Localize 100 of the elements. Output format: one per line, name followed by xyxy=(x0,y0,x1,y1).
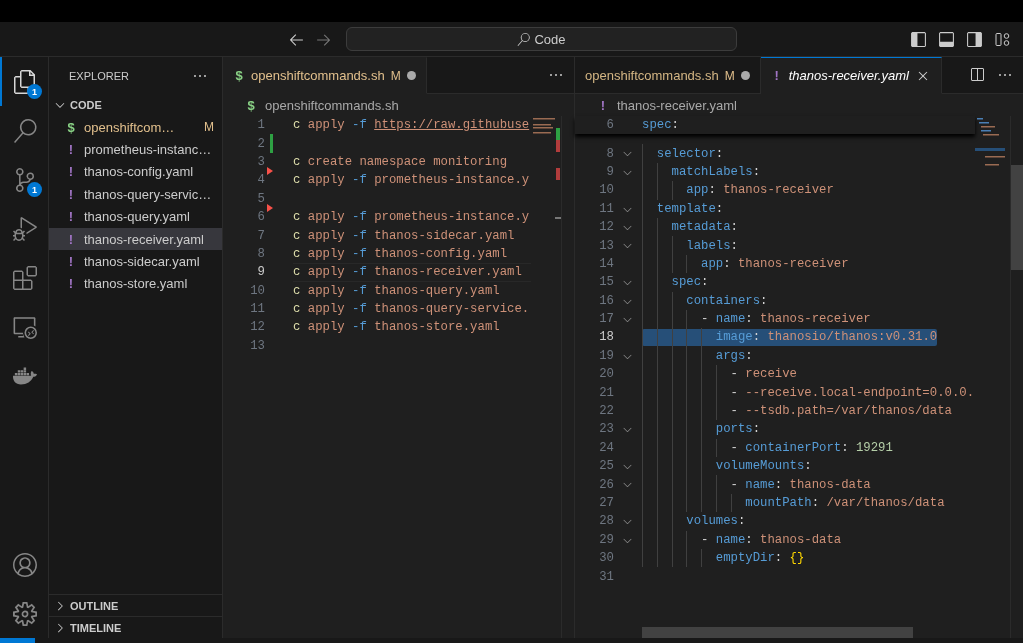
sidebar-title: EXPLORER xyxy=(69,69,129,82)
file-type-icon: ! xyxy=(770,68,783,83)
code-token: : xyxy=(701,275,709,290)
tab-label: thanos-receiver.yaml xyxy=(788,68,909,83)
file-tree-item[interactable]: ! thanos-sidecar.yaml xyxy=(49,250,222,273)
line-number: 6 xyxy=(605,118,614,133)
line-number: 6 xyxy=(256,210,265,225)
code-token: c xyxy=(293,320,301,335)
code-token: -f xyxy=(352,246,367,261)
file-tree-item[interactable]: ! prometheus-instanc… xyxy=(49,138,222,161)
code-token: apply xyxy=(306,265,346,280)
file-name: thanos-sidecar.yaml xyxy=(84,254,201,270)
line-number: 22 xyxy=(598,404,614,419)
code-token: c xyxy=(293,154,301,169)
code-token: 19291 xyxy=(855,440,893,455)
customize-layout-icon[interactable] xyxy=(994,31,1011,48)
line-number: 27 xyxy=(598,496,614,510)
code-token: mountPath xyxy=(745,496,812,510)
code-token: metadata xyxy=(671,220,731,235)
vertical-scrollbar[interactable] xyxy=(1010,116,1023,638)
code-token: - xyxy=(730,404,739,419)
file-tree-item[interactable]: ! thanos-config.yaml xyxy=(49,160,222,184)
section-header[interactable]: OUTLINE xyxy=(49,594,222,616)
section-title: TIMELINE xyxy=(70,621,122,634)
code-token: : xyxy=(774,551,784,566)
code-token: create namespace monitoring xyxy=(306,154,507,169)
modified-status-label: M xyxy=(724,68,735,83)
code-token: /var/thanos/data xyxy=(826,496,945,510)
file-tree-item[interactable]: ! thanos-query-servic… xyxy=(49,183,222,206)
editor-tab[interactable]: openshiftcommands.sh M xyxy=(575,57,761,94)
count-badge: 1 xyxy=(27,84,42,99)
file-tree-item[interactable]: ! thanos-store.yaml xyxy=(49,272,222,296)
code-token: labels xyxy=(686,238,731,253)
code-token: apply xyxy=(306,246,346,261)
code-token: image xyxy=(715,330,753,345)
split-editor-icon[interactable] xyxy=(969,67,985,83)
code-token: c xyxy=(293,173,301,188)
code-token: containers xyxy=(686,293,761,308)
count-badge: 1 xyxy=(27,182,42,197)
horizontal-scrollbar[interactable] xyxy=(642,627,913,638)
line-number: 17 xyxy=(598,312,614,327)
line-number: 10 xyxy=(598,183,614,198)
back-arrow-icon[interactable] xyxy=(288,31,305,48)
url-link[interactable]: https://raw.githubuse xyxy=(374,118,530,133)
indent-guide xyxy=(686,254,688,274)
code-token: prometheus-instance.y xyxy=(373,173,530,188)
line-number: 8 xyxy=(256,246,265,261)
line-number: 11 xyxy=(249,302,265,317)
file-tree-item[interactable]: ! thanos-query.yaml xyxy=(49,205,222,228)
forward-arrow-icon[interactable] xyxy=(315,31,332,48)
line-number: 23 xyxy=(598,422,614,437)
code-token: thanos-receiver xyxy=(737,256,849,271)
editor-tab[interactable]: ! thanos-receiver.yaml xyxy=(760,57,942,94)
code-token: : xyxy=(745,312,754,327)
code-token: {} xyxy=(789,551,805,566)
code-token: volumes xyxy=(686,514,738,529)
code-token: args xyxy=(715,348,746,363)
code-token: --tsdb.path=/var/thanos/data xyxy=(745,404,952,419)
code-token: thanos-receiver xyxy=(760,312,871,327)
file-type-icon: ! xyxy=(65,209,77,225)
file-tree-item[interactable]: $ openshiftcom… M xyxy=(49,116,222,139)
files-icon xyxy=(13,69,37,94)
file-type-icon: ! xyxy=(65,186,77,202)
code-token: name xyxy=(715,532,746,547)
code-token: apply xyxy=(306,210,346,225)
breadcrumb-item[interactable]: openshiftcommands.sh xyxy=(265,97,399,113)
code-token: : xyxy=(715,146,724,161)
section-header[interactable]: CODE xyxy=(49,94,222,116)
run-debug-icon xyxy=(13,216,37,241)
panel-toggle-icon[interactable] xyxy=(938,31,955,48)
code-token: thanos-receiver.yaml xyxy=(373,265,522,280)
breadcrumb-item[interactable]: thanos-receiver.yaml xyxy=(617,97,737,113)
file-tree-item[interactable]: ! thanos-receiver.yaml xyxy=(49,227,222,251)
editor-tab[interactable]: $ openshiftcommands.sh M xyxy=(223,57,427,94)
code-token: --receive.local-endpoint=0.0.0. xyxy=(745,385,975,400)
code-token: : xyxy=(774,477,784,492)
code-token: - xyxy=(701,532,710,547)
line-number: 7 xyxy=(256,228,265,243)
line-number: 3 xyxy=(256,154,265,169)
line-number: 29 xyxy=(598,532,614,547)
code-token: : xyxy=(752,164,761,179)
line-number: 31 xyxy=(598,569,614,584)
source-control-icon xyxy=(13,167,37,192)
code-token: app xyxy=(686,183,709,198)
code-token: : xyxy=(715,201,724,216)
command-center-field[interactable]: Code xyxy=(346,27,737,51)
line-number: 5 xyxy=(256,191,265,206)
sidebar-toggle-icon[interactable] xyxy=(910,31,927,48)
code-token: thanos-receiver xyxy=(723,183,834,198)
line-number: 21 xyxy=(598,385,614,400)
activity-bar-button[interactable]: 1 xyxy=(0,155,48,204)
secondary-sidebar-icon[interactable] xyxy=(966,31,983,48)
line-number: 11 xyxy=(598,201,614,216)
code-token: thanos-query-service. xyxy=(373,302,530,317)
account-icon xyxy=(13,552,37,577)
file-type-icon: $ xyxy=(65,119,77,135)
file-type-icon: $ xyxy=(245,97,257,113)
file-name: thanos-query-servic… xyxy=(84,186,213,202)
minimap-drawing xyxy=(975,116,1005,166)
line-number: 8 xyxy=(605,146,614,161)
